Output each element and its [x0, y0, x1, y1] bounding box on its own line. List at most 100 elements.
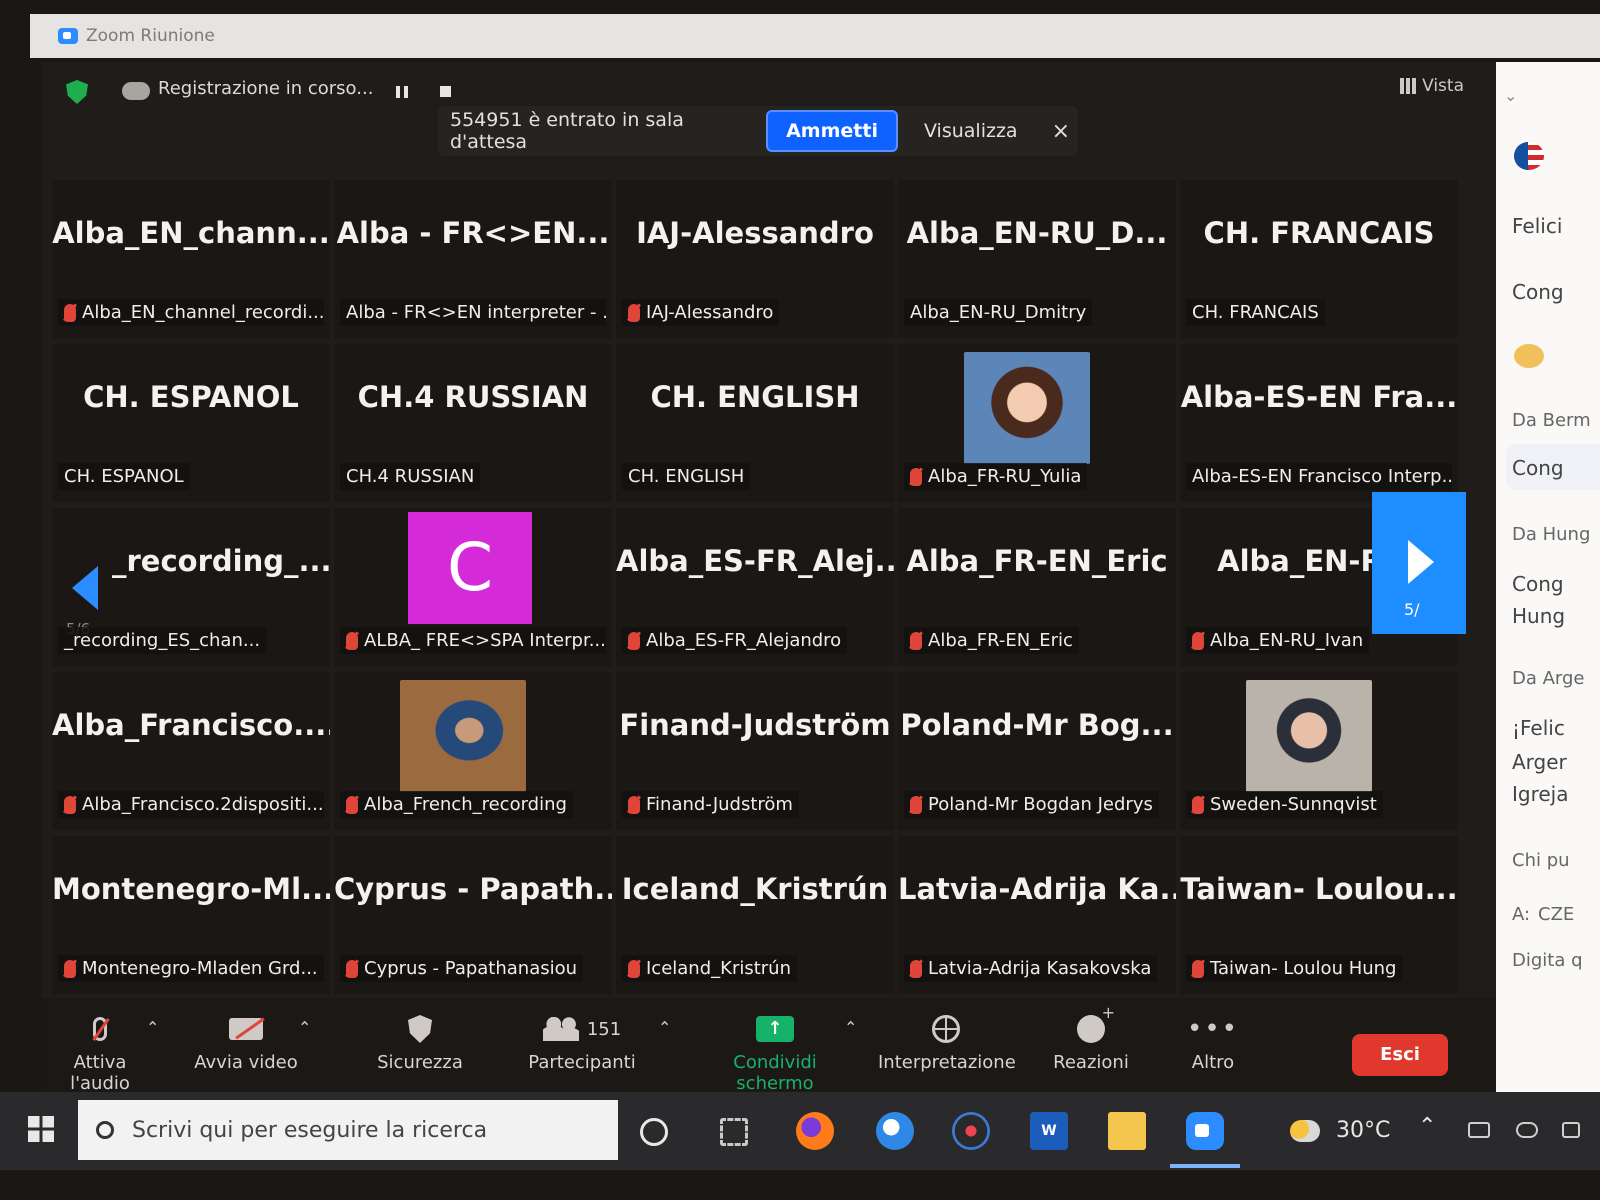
- task-view-icon[interactable]: [720, 1118, 748, 1146]
- mic-muted-icon: [1192, 959, 1204, 978]
- participant-tile[interactable]: Latvia-Adrija Ka... Latvia-Adrija Kasakov…: [898, 836, 1176, 994]
- participant-tile[interactable]: Finand-Judström Finand-Judström: [616, 672, 894, 830]
- participant-tile[interactable]: CH. ENGLISH CH. ENGLISH: [616, 344, 894, 502]
- share-screen-button[interactable]: ↑ Condividi schermo: [692, 1012, 858, 1094]
- participant-tile[interactable]: Alba_EN-RU_D... Alba_EN-RU_Dmitry: [898, 180, 1176, 338]
- tray-device-icon[interactable]: [1468, 1122, 1490, 1138]
- next-page-button[interactable]: 5/: [1372, 492, 1466, 634]
- security-button[interactable]: Sicurezza: [360, 1012, 480, 1073]
- chat-sender: Da Hung: [1512, 524, 1591, 545]
- participant-tile[interactable]: Taiwan- Loulou... Taiwan- Loulou Hung: [1180, 836, 1458, 994]
- participant-tile[interactable]: Alba - FR<>EN... Alba - FR<>EN interprete…: [334, 180, 612, 338]
- participant-tile[interactable]: Poland-Mr Bog... Poland-Mr Bogdan Jedrys: [898, 672, 1176, 830]
- chat-recipient-select[interactable]: CZE: [1538, 904, 1574, 925]
- windows-taskbar: Scrivi qui per eseguire la ricerca W 30°…: [0, 1092, 1600, 1170]
- interpretation-button[interactable]: Interpretazione: [878, 1012, 1016, 1073]
- mic-muted-icon: [910, 795, 922, 814]
- participant-tile[interactable]: CH. FRANCAIS CH. FRANCAIS: [1180, 180, 1458, 338]
- participant-name-label: CH.4 RUSSIAN: [340, 463, 481, 490]
- participants-options-caret-icon[interactable]: ⌃: [658, 1018, 671, 1037]
- view-button[interactable]: Vista: [1400, 76, 1464, 96]
- participants-button[interactable]: 151 Partecipanti: [522, 1012, 642, 1073]
- participant-tile[interactable]: Alba_EN_chann... Alba_EN_channel_recordi.…: [52, 180, 330, 338]
- participant-video: [400, 680, 526, 792]
- participant-video: [964, 352, 1090, 464]
- mic-muted-icon: [93, 1017, 107, 1041]
- leave-button[interactable]: Esci: [1352, 1034, 1448, 1076]
- edge-icon[interactable]: [876, 1112, 914, 1150]
- participant-display-name: Finand-Judström: [619, 708, 891, 742]
- video-button[interactable]: Avvia video: [186, 1012, 306, 1073]
- participants-icon: [542, 1017, 579, 1041]
- window-title: Zoom Riunione: [86, 26, 215, 46]
- participant-tile[interactable]: C ALBA_ FRE<>SPA Interpr...: [334, 508, 612, 666]
- participant-name-label: Montenegro-Mladen Grd...: [58, 955, 324, 982]
- participant-tile[interactable]: Alba_French_recording: [334, 672, 612, 830]
- tray-chevron-up-icon[interactable]: ⌃: [1418, 1114, 1436, 1139]
- weather-icon[interactable]: [1290, 1120, 1320, 1142]
- participant-tile[interactable]: Sweden-Sunnqvist: [1180, 672, 1458, 830]
- audio-label: Attiva l'audio: [70, 1052, 130, 1094]
- view-waiting-button[interactable]: Visualizza: [910, 114, 1032, 148]
- participant-tile[interactable]: IAJ-Alessandro IAJ-Alessandro: [616, 180, 894, 338]
- participant-tile[interactable]: Cyprus - Papath... Cyprus - Papathanasiou: [334, 836, 612, 994]
- participant-tile[interactable]: CH. ESPANOL CH. ESPANOL: [52, 344, 330, 502]
- reactions-button[interactable]: Reazioni: [1046, 1003, 1136, 1073]
- chat-input[interactable]: Digita q: [1512, 950, 1583, 971]
- zoom-taskbar-icon[interactable]: [1186, 1112, 1224, 1150]
- pause-recording-icon[interactable]: [396, 86, 408, 98]
- participant-tile[interactable]: Montenegro-Ml... Montenegro-Mladen Grd...: [52, 836, 330, 994]
- participant-name: Poland-Mr Bogdan Jedrys: [928, 794, 1153, 815]
- participant-tile[interactable]: CH.4 RUSSIAN CH.4 RUSSIAN: [334, 344, 612, 502]
- participant-display-name: CH.4 RUSSIAN: [357, 380, 589, 414]
- video-grid: Alba_EN_chann... Alba_EN_channel_recordi.…: [52, 180, 1462, 998]
- participant-name-label: CH. FRANCAIS: [1186, 299, 1325, 326]
- chat-line: Felici: [1512, 214, 1563, 238]
- taskbar-search[interactable]: Scrivi qui per eseguire la ricerca: [78, 1100, 618, 1160]
- chat-line: Cong: [1512, 280, 1564, 304]
- participant-tile[interactable]: Alba-ES-EN Fra... Alba-ES-EN Francisco In…: [1180, 344, 1458, 502]
- audio-button[interactable]: Attiva l'audio: [42, 1012, 158, 1094]
- word-icon[interactable]: W: [1030, 1112, 1068, 1150]
- participant-name-label: Alba_Francisco.2dispositi...: [58, 791, 324, 818]
- clapping-hands-icon: [1514, 344, 1544, 368]
- snip-tool-icon[interactable]: [952, 1112, 990, 1150]
- temperature[interactable]: 30°C: [1336, 1118, 1390, 1143]
- audio-options-caret-icon[interactable]: ⌃: [146, 1018, 159, 1037]
- share-options-caret-icon[interactable]: ⌃: [844, 1018, 857, 1037]
- participant-name: CH. ESPANOL: [64, 466, 184, 487]
- file-explorer-icon[interactable]: [1108, 1112, 1146, 1150]
- firefox-icon[interactable]: [796, 1112, 834, 1150]
- participant-tile[interactable]: Alba_FR-EN_Eric Alba_FR-EN_Eric: [898, 508, 1176, 666]
- participant-name-label: Alba - FR<>EN interpreter - ...: [340, 299, 606, 326]
- stop-recording-icon[interactable]: [440, 86, 451, 97]
- encryption-shield-icon[interactable]: [66, 80, 88, 104]
- participant-tile[interactable]: _recording_...5/6_recording_ES_chan...: [52, 508, 330, 666]
- participant-tile[interactable]: Alba_ES-FR_Alej... Alba_ES-FR_Alejandro: [616, 508, 894, 666]
- battery-icon[interactable]: [1562, 1122, 1580, 1138]
- participant-name-label: _recording_ES_chan...: [58, 627, 267, 654]
- participant-display-name: Alba_ES-FR_Alej...: [616, 544, 894, 578]
- chat-line: Cong: [1512, 456, 1564, 480]
- participant-display-name: Montenegro-Ml...: [52, 872, 330, 906]
- chevron-down-icon[interactable]: ⌄: [1504, 86, 1517, 105]
- camera-off-icon: [229, 1018, 263, 1040]
- mic-muted-icon: [910, 467, 922, 486]
- mic-muted-icon: [628, 631, 640, 650]
- more-button[interactable]: ••• Altro: [1176, 1012, 1250, 1073]
- participant-tile[interactable]: Alba_FR-RU_Yulia: [898, 344, 1176, 502]
- meeting-toolbar: Attiva l'audio ⌃ Avvia video ⌃ Sicurezza…: [42, 998, 1496, 1094]
- search-icon: [96, 1121, 114, 1139]
- windows-start-icon[interactable]: [28, 1116, 54, 1142]
- admit-button[interactable]: Ammetti: [766, 110, 898, 152]
- participant-tile[interactable]: Iceland_Kristrún Iceland_Kristrún: [616, 836, 894, 994]
- participant-tile[interactable]: Alba_Francisco.... Alba_Francisco.2dispos…: [52, 672, 330, 830]
- participant-name-label: CH. ESPANOL: [58, 463, 190, 490]
- video-label: Avvia video: [194, 1052, 298, 1073]
- participant-name: Alba_EN-RU_Dmitry: [910, 302, 1087, 323]
- participant-name: CH. FRANCAIS: [1192, 302, 1319, 323]
- onedrive-icon[interactable]: [1516, 1122, 1538, 1138]
- video-options-caret-icon[interactable]: ⌃: [298, 1018, 311, 1037]
- cortana-icon[interactable]: [640, 1118, 668, 1146]
- close-notice-icon[interactable]: ×: [1044, 119, 1078, 144]
